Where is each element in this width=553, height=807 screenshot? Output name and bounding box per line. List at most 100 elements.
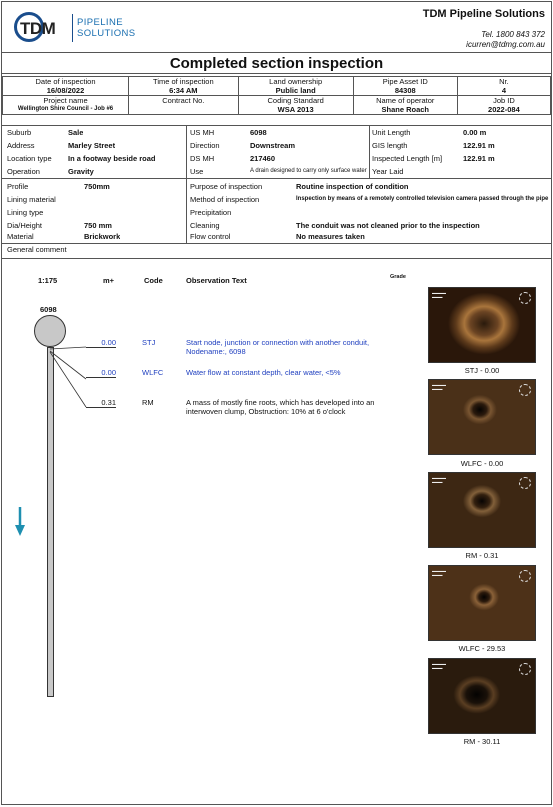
observation-distance: 0.00 [86,368,116,378]
scale-header: 1:175 [38,276,58,285]
section-divider [2,258,551,259]
details-row: Suburb Sale US MH 6098 Unit Length 0.00 … [2,126,551,139]
time-of-inspection-cell: Time of inspection 6:34 AM [128,76,239,96]
row-divider [2,178,551,179]
detail-label: Operation [7,167,40,176]
operator-name-cell: Name of operator Shane Roach [352,95,458,115]
contract-no-cell: Contract No. [128,95,239,115]
detail-value: Marley Street [68,141,116,150]
detail-label: Method of inspection [190,195,260,204]
info-row-1: Date of inspection 16/08/2022 Time of ins… [2,76,551,96]
details-row: Lining material Method of inspection Ins… [2,193,551,206]
observation-distance: 0.31 [86,398,116,408]
general-comment: General comment [7,245,67,254]
observation-code: WLFC [142,368,164,377]
cell-value: 84308 [394,86,416,95]
observation-text: Start node, junction or connection with … [186,338,370,356]
photo-orientation-icon [519,570,531,582]
inspection-report-page: TDM PIPELINE SOLUTIONS TDM Pipeline Solu… [1,1,552,805]
photo-orientation-icon [519,292,531,304]
inspection-photo[interactable]: ▬▬▬▬ ▬▬▬ [428,658,536,734]
details-row: Profile 750mm Purpose of inspection Rout… [2,180,551,193]
land-ownership-cell: Land ownership Public land [237,76,354,96]
logo-divider [72,14,73,42]
observation-text: A mass of mostly fine roots, which has d… [186,398,375,416]
detail-label: Purpose of inspection [190,182,263,191]
detail-label: Unit Length [372,128,411,137]
section-details-table: Suburb Sale US MH 6098 Unit Length 0.00 … [2,125,551,244]
cell-label: Job ID [493,96,515,105]
company-email[interactable]: icurren@tdmg.com.au [466,40,545,49]
photo-overlay-text: ▬▬▬▬ ▬▬▬ [432,383,446,391]
photo-caption: STJ - 0.00 [464,366,500,375]
detail-value: Downstream [250,141,296,150]
cell-label: Project name [43,96,88,105]
photo-caption: WLFC - 29.53 [458,644,506,653]
report-title: Completed section inspection [2,52,551,74]
detail-label: Lining material [7,195,56,204]
photo-overlay-text: ▬▬▬▬ ▬▬▬ [432,662,446,670]
pipe-section-bar [47,347,54,697]
job-id-cell: Job ID 2022-084 [456,95,551,115]
observation-code: RM [142,398,154,407]
cell-label: Land ownership [269,77,323,86]
detail-label: Location type [7,154,52,163]
cell-value: 2022-084 [488,105,520,114]
cell-label: Time of inspection [153,77,214,86]
detail-value: 122.91 m [463,141,495,150]
pipe-asset-id-cell: Pipe Asset ID 84308 [352,76,458,96]
cell-value: 6:34 AM [169,86,198,95]
detail-value: A drain designed to carry only surface w… [250,168,367,174]
detail-value: 6098 [250,128,267,137]
detail-value: No measures taken [296,232,365,241]
photo-caption: RM - 0.31 [465,551,499,560]
detail-label: Lining type [7,208,44,217]
details-row: Material Brickwork Flow control No measu… [2,230,551,243]
photo-orientation-icon [519,663,531,675]
photo-overlay-text: ▬▬▬▬ ▬▬▬ [432,291,446,299]
inspection-photo[interactable]: ▬▬▬▬ ▬▬▬ [428,472,536,548]
company-phone: Tel. 1800 843 372 [481,30,545,39]
observation-code: STJ [142,338,156,347]
detail-label: US MH [190,128,215,137]
detail-label: Address [7,141,35,150]
detail-label: GIS length [372,141,408,150]
distance-header: m+ [103,276,115,285]
logo-text: TDM [20,19,56,38]
cell-label: Pipe Asset ID [382,77,428,86]
details-row: Operation Gravity Use A drain designed t… [2,165,551,178]
detail-label: Precipitation [190,208,232,217]
report-header: TDM PIPELINE SOLUTIONS TDM Pipeline Solu… [2,2,551,52]
detail-value: 0.00 m [463,128,487,137]
company-logo: TDM PIPELINE SOLUTIONS [14,12,135,46]
photo-caption: WLFC - 0.00 [460,459,504,468]
photo-overlay-text: ▬▬▬▬ ▬▬▬ [432,476,446,484]
flow-direction-arrow-icon [15,507,25,536]
detail-label: Inspected Length [m] [372,154,443,163]
photo-orientation-icon [519,384,531,396]
detail-label: Material [7,232,34,241]
detail-value: Brickwork [84,232,121,241]
observation-text: Water flow at constant depth, clear wate… [186,368,341,377]
details-row: Lining type Precipitation [2,206,551,219]
manhole-node-icon[interactable] [34,315,66,347]
inspection-photo[interactable]: ▬▬▬▬ ▬▬▬ [428,379,536,455]
cell-label: Name of operator [376,96,435,105]
observation-header: Observation Text [186,276,247,285]
photo-caption: RM - 30.11 [463,737,501,746]
date-of-inspection-cell: Date of inspection 16/08/2022 [2,76,130,96]
inspection-photo[interactable]: ▬▬▬▬ ▬▬▬ [428,287,536,363]
detail-value: Routine inspection of condition [296,182,409,191]
nr-cell: Nr. 4 [456,76,551,96]
details-row: Location type In a footway beside road D… [2,152,551,165]
details-row: Address Marley Street Direction Downstre… [2,139,551,152]
coding-standard-cell: Coding Standard WSA 2013 [237,95,354,115]
logo-sub-line2: SOLUTIONS [77,28,136,39]
inspection-photo[interactable]: ▬▬▬▬ ▬▬▬ [428,565,536,641]
cell-label: Date of inspection [35,77,96,86]
detail-value: 217460 [250,154,276,163]
cell-value: 16/08/2022 [46,86,85,95]
cell-value: Wellington Shire Council - Job #6 [17,106,114,112]
project-name-cell: Project name Wellington Shire Council - J… [2,95,130,115]
cell-label: Coding Standard [267,96,324,105]
